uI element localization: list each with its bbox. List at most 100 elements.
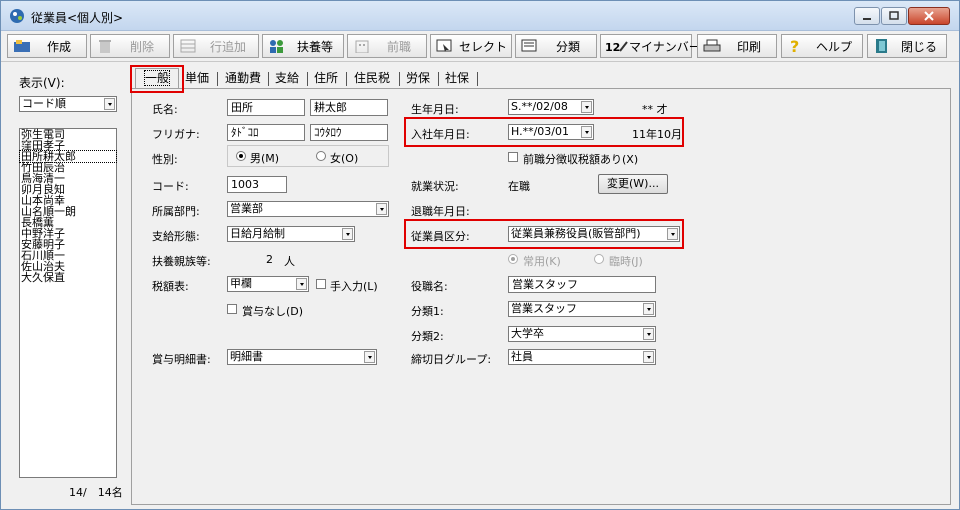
- hire-date-label: 入社年月日:: [411, 128, 470, 141]
- prev-job-button[interactable]: 前職: [347, 34, 427, 58]
- my-number-button[interactable]: 12 マイナンバー: [600, 34, 701, 58]
- minimize-icon: [863, 18, 871, 20]
- employee-listbox[interactable]: 弥生電司 窪田孝子 田所耕太郎 竹田辰治 鳥海清一 卯月良知 山本尚幸 山名順一朗 長橋薫 中野洋…: [19, 128, 117, 478]
- close-button[interactable]: 閉じる: [867, 34, 947, 58]
- manual-input-checkbox[interactable]: [316, 279, 326, 289]
- code-field[interactable]: 1003: [227, 176, 287, 193]
- dropdown-arrow-icon[interactable]: [667, 228, 678, 240]
- create-button[interactable]: 作成: [7, 34, 87, 58]
- app-icon: [10, 9, 24, 23]
- birth-date-label: 生年月日:: [411, 103, 459, 116]
- dropdown-arrow-icon[interactable]: [364, 351, 375, 363]
- dropdown-arrow-icon[interactable]: [376, 203, 387, 215]
- category-button[interactable]: 分類: [515, 34, 597, 58]
- tax-table-select[interactable]: 甲欄: [227, 276, 309, 292]
- dropdown-arrow-icon[interactable]: [104, 98, 115, 110]
- tax-table-value: 甲欄: [230, 277, 252, 290]
- class2-label: 分類2:: [411, 330, 444, 343]
- maximize-button[interactable]: [881, 7, 907, 25]
- retire-date-label: 退職年月日:: [411, 205, 470, 218]
- add-row-icon: [178, 38, 198, 54]
- pay-type-value: 日給月給制: [230, 227, 285, 240]
- manual-input-label[interactable]: 手入力(L): [330, 278, 378, 294]
- number-icon: 12: [605, 38, 629, 54]
- employee-count: 14/ 14名: [69, 486, 123, 499]
- window-title: 従業員<個人別>: [31, 11, 124, 25]
- gender-male-label[interactable]: 男(M): [250, 150, 279, 166]
- add-row-button[interactable]: 行追加: [173, 34, 259, 58]
- furigana-label: フリガナ:: [152, 128, 200, 141]
- close-window-button[interactable]: [908, 7, 950, 25]
- last-name-field[interactable]: 田所: [227, 99, 305, 116]
- dropdown-arrow-icon[interactable]: [643, 328, 654, 340]
- class2-select[interactable]: 大学卒: [508, 326, 656, 342]
- tab-resident-tax[interactable]: 住民税: [349, 69, 395, 87]
- tab-unit-price[interactable]: 単価: [181, 69, 213, 87]
- title-bar: 従業員<個人別>: [1, 1, 959, 31]
- dropdown-arrow-icon[interactable]: [296, 278, 307, 290]
- tab-social-insurance[interactable]: 社保: [441, 69, 473, 87]
- tab-address[interactable]: 住所: [310, 69, 342, 87]
- dependents-count: 2: [266, 253, 273, 266]
- prev-tax-checkbox[interactable]: [508, 152, 518, 162]
- delete-button[interactable]: 削除: [90, 34, 170, 58]
- gender-male-radio[interactable]: [236, 151, 246, 161]
- sort-order-value: コード順: [22, 97, 66, 110]
- closing-group-select[interactable]: 社員: [508, 349, 656, 365]
- select-icon: [435, 38, 455, 54]
- furigana-last-field[interactable]: ﾀﾄﾞｺﾛ: [227, 124, 305, 141]
- change-status-button[interactable]: 変更(W)...: [598, 174, 668, 194]
- gender-label: 性別:: [152, 153, 178, 166]
- dropdown-arrow-icon[interactable]: [643, 351, 654, 363]
- class1-label: 分類1:: [411, 305, 444, 318]
- birth-date-field[interactable]: S.**/02/08: [508, 99, 594, 115]
- code-label: コード:: [152, 180, 189, 193]
- gender-female-label[interactable]: 女(O): [330, 150, 358, 166]
- pay-type-label: 支給形態:: [152, 230, 200, 243]
- pay-type-select[interactable]: 日給月給制: [227, 226, 355, 242]
- select-button[interactable]: セレクト: [430, 34, 512, 58]
- tenure-text: 11年10月: [632, 128, 682, 141]
- help-button[interactable]: ? ヘルプ: [781, 34, 863, 58]
- dropdown-arrow-icon[interactable]: [581, 126, 592, 138]
- printer-icon: [702, 38, 722, 54]
- dropdown-arrow-icon[interactable]: [581, 101, 592, 113]
- class1-select[interactable]: 営業スタッフ: [508, 301, 656, 317]
- dependents-label: 扶養親族等:: [152, 255, 211, 268]
- print-button[interactable]: 印刷: [697, 34, 777, 58]
- close-icon: [924, 11, 934, 21]
- create-icon: [12, 38, 32, 54]
- trash-icon: [95, 38, 115, 54]
- dept-select[interactable]: 営業部: [227, 201, 389, 217]
- toolbar: 作成 削除 行追加 扶養等 前職 セレクト 分類 12 マイナンバー 印刷 ? …: [1, 31, 959, 62]
- emp-class-select[interactable]: 従業員兼務役員(販管部門): [508, 226, 680, 242]
- dropdown-arrow-icon[interactable]: [342, 228, 353, 240]
- sort-order-select[interactable]: コード順: [19, 96, 117, 112]
- age-text: ** 才: [642, 103, 668, 116]
- position-field[interactable]: 営業スタッフ: [508, 276, 656, 293]
- temp-radio[interactable]: [594, 254, 604, 264]
- hire-date-field[interactable]: H.**/03/01: [508, 124, 594, 140]
- no-bonus-label[interactable]: 賞与なし(D): [242, 303, 303, 319]
- dropdown-arrow-icon[interactable]: [643, 303, 654, 315]
- gender-female-radio[interactable]: [316, 151, 326, 161]
- list-item[interactable]: 大久保直: [20, 272, 116, 283]
- regular-radio[interactable]: [508, 254, 518, 264]
- hire-date-value: H.**/03/01: [511, 125, 569, 138]
- display-label: 表示(V):: [19, 76, 65, 90]
- dependents-button[interactable]: 扶養等: [262, 34, 344, 58]
- tab-commute[interactable]: 通勤費: [221, 69, 265, 87]
- tab-general-label: 一般: [143, 70, 171, 86]
- tab-general[interactable]: 一般: [135, 68, 179, 89]
- prev-tax-label[interactable]: 前職分徴収税額あり(X): [523, 151, 638, 167]
- no-bonus-checkbox[interactable]: [227, 304, 237, 314]
- tab-payment[interactable]: 支給: [271, 69, 303, 87]
- furigana-first-field[interactable]: ｺｳﾀﾛｳ: [310, 124, 388, 141]
- help-icon: ?: [786, 38, 806, 54]
- minimize-button[interactable]: [854, 7, 880, 25]
- emp-class-label: 従業員区分:: [411, 230, 470, 243]
- tab-labor-insurance[interactable]: 労保: [402, 69, 434, 87]
- bonus-statement-select[interactable]: 明細書: [227, 349, 377, 365]
- first-name-field[interactable]: 耕太郎: [310, 99, 388, 116]
- bonus-statement-label: 賞与明細書:: [152, 353, 211, 366]
